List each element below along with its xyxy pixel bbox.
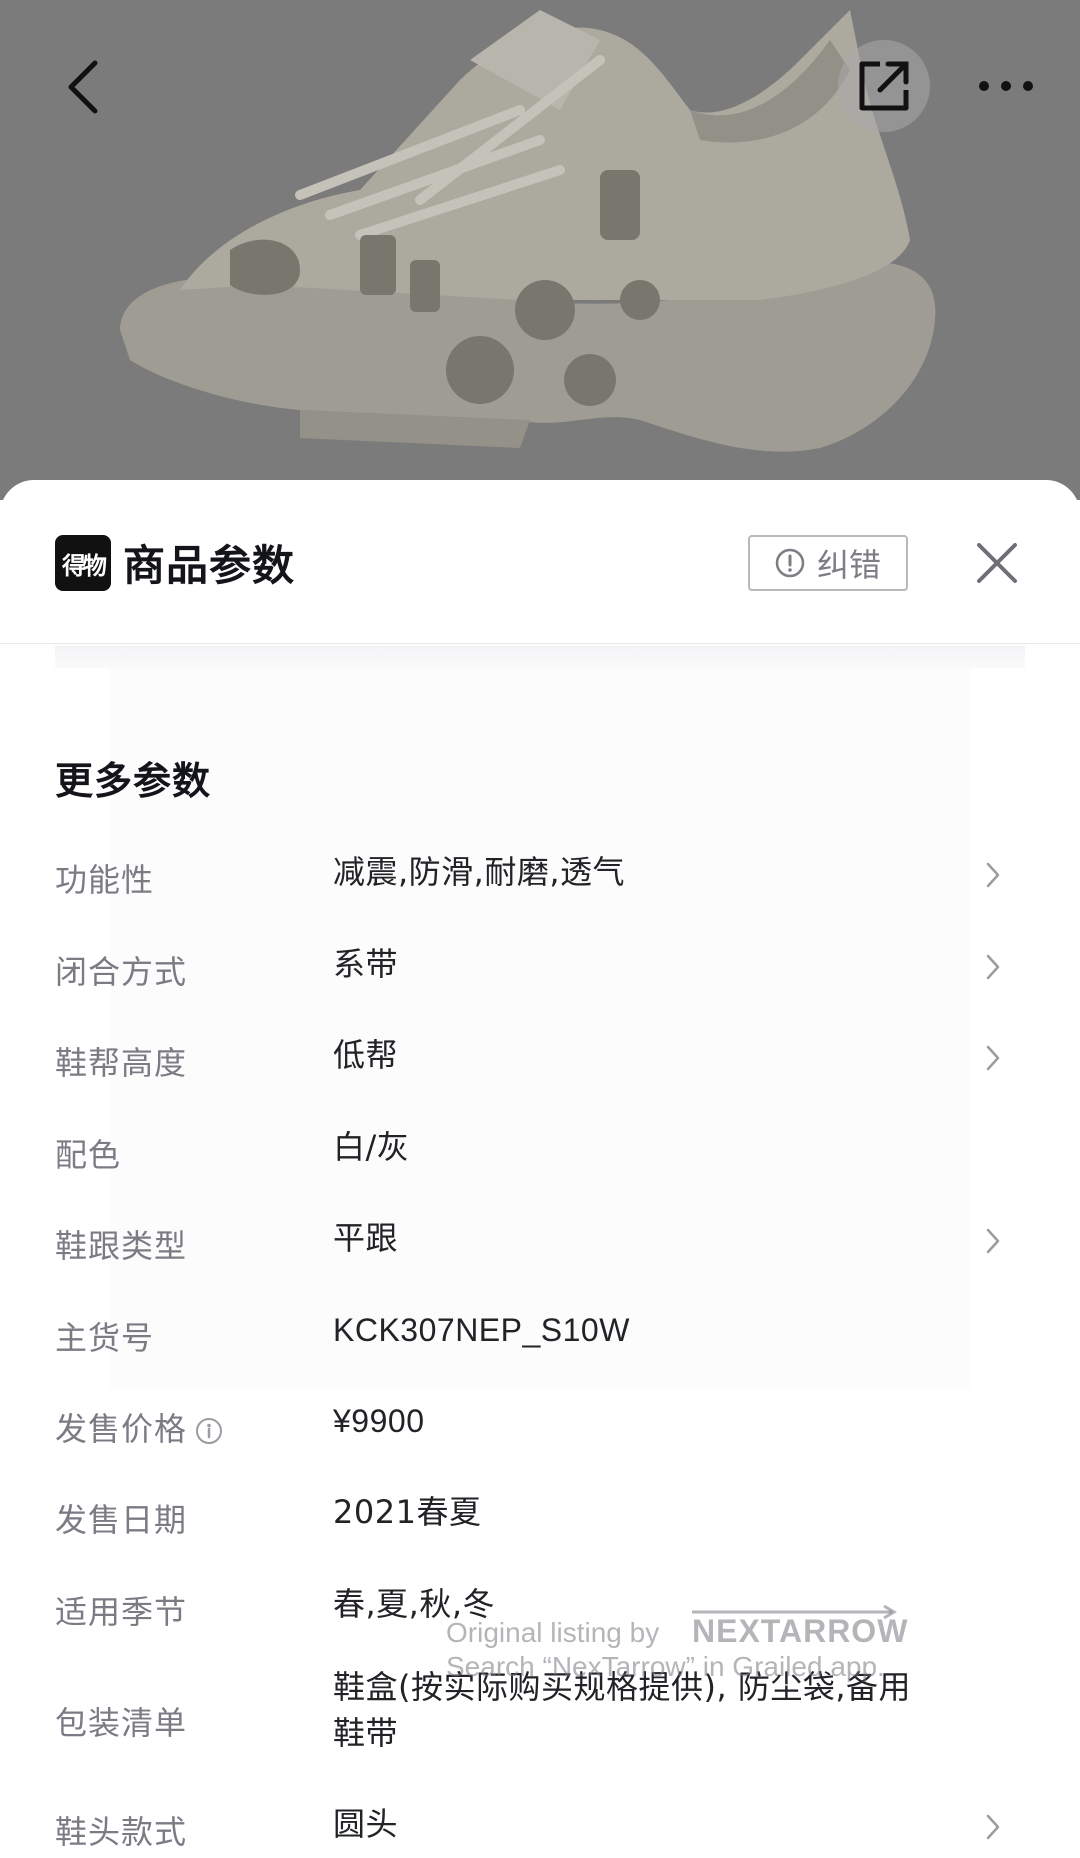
param-value: 圆头 xyxy=(333,1805,399,1843)
info-icon[interactable] xyxy=(195,1417,223,1445)
param-label-group: 发售价格 xyxy=(55,1404,223,1450)
share-button[interactable] xyxy=(838,40,930,132)
share-external-icon xyxy=(859,61,909,111)
watermark-line2: Search “NexTarrow” in Grailed app. xyxy=(446,1651,885,1682)
param-label: 功能性 xyxy=(55,861,155,899)
param-value: ¥9900 xyxy=(333,1403,425,1439)
watermark-line1: Original listing by xyxy=(446,1617,660,1648)
param-value: 平跟 xyxy=(333,1219,399,1257)
param-label: 闭合方式 xyxy=(55,953,188,991)
report-error-label: 纠错 xyxy=(816,546,881,584)
param-label: 鞋头款式 xyxy=(55,1813,188,1851)
param-value: 白/灰 xyxy=(333,1128,410,1166)
sheet-title: 商品参数 xyxy=(123,541,296,590)
back-button[interactable] xyxy=(48,44,118,130)
close-icon xyxy=(977,543,1017,583)
chevron-right-icon xyxy=(980,1807,1006,1847)
param-value: 低帮 xyxy=(333,1036,399,1074)
param-value: 系带 xyxy=(333,945,399,983)
arrow-right-icon xyxy=(692,1605,897,1619)
background-faint-image xyxy=(110,668,970,1388)
section-title: 更多参数 xyxy=(55,759,212,803)
param-label: 鞋帮高度 xyxy=(55,1044,188,1082)
divider-shadow xyxy=(55,646,1025,668)
report-error-button[interactable]: 纠错 xyxy=(748,535,908,591)
alert-circle-icon xyxy=(775,548,805,578)
chevron-right-icon xyxy=(980,947,1006,987)
param-value: KCK307NEP_S10W xyxy=(333,1312,630,1348)
chevron-right-icon xyxy=(980,1038,1006,1078)
sheet-header: 得物 商品参数 纠错 xyxy=(0,480,1080,644)
param-label: 发售价格 xyxy=(55,1410,188,1448)
param-value: 2021春夏 xyxy=(333,1493,482,1531)
more-horizontal-icon xyxy=(979,81,1033,91)
chevron-right-icon xyxy=(980,855,1006,895)
param-label: 发售日期 xyxy=(55,1501,188,1539)
param-label: 配色 xyxy=(55,1136,122,1174)
param-value: 减震,防滑,耐磨,透气 xyxy=(333,853,626,891)
chevron-right-icon xyxy=(980,1221,1006,1261)
param-label: 鞋跟类型 xyxy=(55,1227,188,1265)
close-button[interactable] xyxy=(968,534,1026,592)
param-label: 适用季节 xyxy=(55,1593,188,1631)
product-image-area xyxy=(0,0,1080,500)
chevron-left-icon xyxy=(68,60,98,114)
brand-logo: 得物 xyxy=(55,535,111,591)
more-options-button[interactable] xyxy=(968,58,1044,114)
watermark: Original listing by NEXTARROW Search “Ne… xyxy=(446,1605,907,1687)
param-label: 主货号 xyxy=(55,1319,155,1357)
param-label: 包装清单 xyxy=(55,1704,188,1742)
